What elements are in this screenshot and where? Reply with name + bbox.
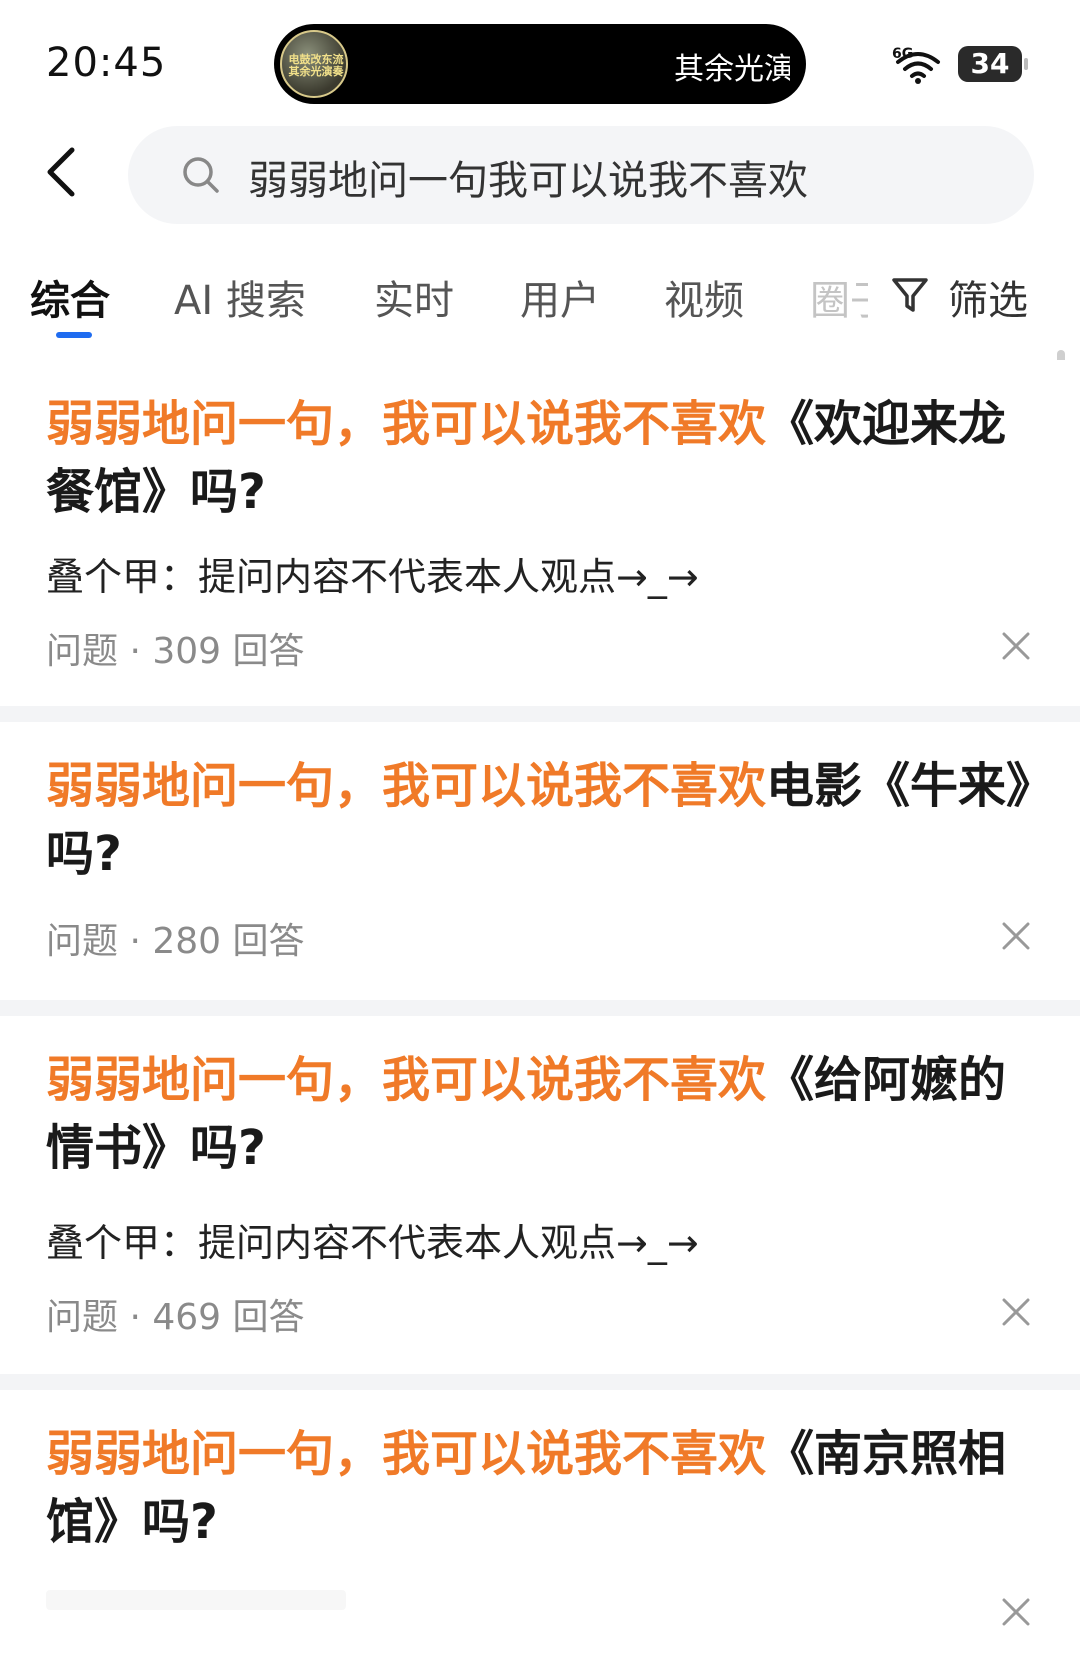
tab-users[interactable]: 用户 — [520, 268, 600, 326]
tab-circles[interactable]: 圈子 — [810, 268, 868, 326]
title-highlight: 弱弱地问一句，我可以说我不喜欢 — [46, 758, 767, 814]
tab-videos[interactable]: 视频 — [664, 268, 744, 326]
close-icon[interactable] — [1000, 630, 1032, 662]
close-icon[interactable] — [1000, 1296, 1032, 1328]
active-tab-indicator — [56, 332, 92, 338]
filter-button[interactable]: 筛选 — [892, 268, 1028, 326]
album-thumbnail-text: 电鼓改东流 其余光演奏 — [288, 53, 344, 78]
result-title[interactable]: 弱弱地问一句，我可以说我不喜欢《给阿嬷的情书》吗? — [46, 1046, 1034, 1182]
dynamic-island[interactable]: 电鼓改东流 其余光演奏 其余光演 — [274, 24, 806, 104]
close-icon[interactable] — [1000, 920, 1032, 952]
close-icon[interactable] — [1000, 1596, 1032, 1628]
now-playing-text: 其余光演 — [674, 52, 790, 87]
result-card[interactable]: 弱弱地问一句，我可以说我不喜欢《欢迎来龙餐馆》吗? 叠个甲：提问内容不代表本人观… — [0, 360, 1080, 706]
search-icon — [183, 157, 219, 193]
result-card[interactable]: 弱弱地问一句，我可以说我不喜欢《南京照相馆》吗? — [0, 1390, 1080, 1662]
wifi-icon: 6G — [892, 46, 940, 84]
tab-ai-search[interactable]: AI 搜索 — [174, 268, 306, 326]
result-meta: 问题 · 280 回答 — [46, 921, 305, 962]
result-excerpt: 叠个甲：提问内容不代表本人观点→_→ — [46, 555, 699, 599]
filter-label: 筛选 — [948, 278, 1028, 324]
result-title[interactable]: 弱弱地问一句，我可以说我不喜欢《欢迎来龙餐馆》吗? — [46, 390, 1034, 526]
tab-comprehensive[interactable]: 综合 — [30, 268, 110, 326]
divider — [0, 1374, 1080, 1390]
tab-bar: 综合 AI 搜索 实时 用户 视频 圈子 筛选 — [0, 256, 1080, 346]
status-time: 20:45 — [46, 40, 167, 86]
divider — [0, 1000, 1080, 1016]
result-card[interactable]: 弱弱地问一句，我可以说我不喜欢电影《牛来》吗? 问题 · 280 回答 — [0, 722, 1080, 1000]
status-bar: 20:45 电鼓改东流 其余光演奏 其余光演 6G 34 — [0, 0, 1080, 120]
battery-tip — [1024, 58, 1028, 70]
album-thumbnail: 电鼓改东流 其余光演奏 — [280, 30, 348, 98]
title-highlight: 弱弱地问一句，我可以说我不喜欢 — [46, 1052, 767, 1108]
result-meta: 问题 · 469 回答 — [46, 1297, 305, 1338]
chevron-left-icon[interactable] — [40, 142, 84, 202]
result-excerpt: 叠个甲：提问内容不代表本人观点→_→ — [46, 1221, 699, 1265]
result-title[interactable]: 弱弱地问一句，我可以说我不喜欢电影《牛来》吗? — [46, 752, 1034, 888]
search-input[interactable]: 弱弱地问一句我可以说我不喜欢 — [248, 148, 808, 206]
loading-placeholder — [46, 1590, 346, 1610]
title-highlight: 弱弱地问一句，我可以说我不喜欢 — [46, 396, 767, 452]
result-title[interactable]: 弱弱地问一句，我可以说我不喜欢《南京照相馆》吗? — [46, 1420, 1034, 1556]
tab-realtime[interactable]: 实时 — [374, 268, 454, 326]
title-highlight: 弱弱地问一句，我可以说我不喜欢 — [46, 1426, 767, 1482]
battery-indicator: 34 — [958, 46, 1022, 82]
search-bar[interactable]: 弱弱地问一句我可以说我不喜欢 — [128, 126, 1034, 224]
divider — [0, 706, 1080, 722]
filter-icon — [892, 278, 928, 312]
result-meta: 问题 · 309 回答 — [46, 631, 305, 672]
result-card[interactable]: 弱弱地问一句，我可以说我不喜欢《给阿嬷的情书》吗? 叠个甲：提问内容不代表本人观… — [0, 1016, 1080, 1374]
